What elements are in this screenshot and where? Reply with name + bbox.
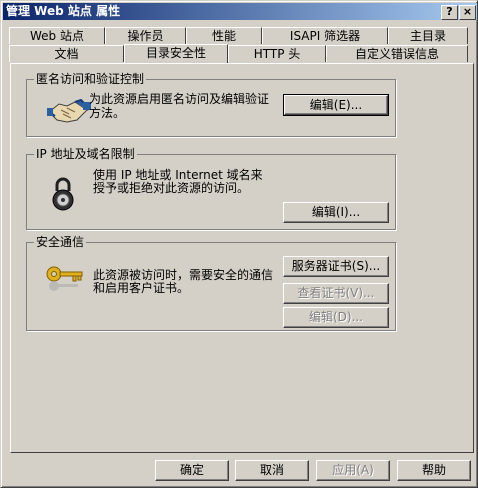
anonymous-desc-line1: 为此资源启用匿名访问及编辑验证 — [89, 92, 270, 106]
tab-performance[interactable]: 性能 — [186, 27, 262, 44]
anonymous-access-group: 匿名访问和验证控制 为此资源启用匿名访问及编辑验证 方法。 编辑(E)... — [26, 72, 396, 137]
server-certificate-button[interactable]: 服务器证书(S)... — [283, 256, 389, 277]
window-title: 管理 Web 站点 属性 — [6, 4, 121, 18]
ok-button[interactable]: 确定 — [155, 460, 229, 481]
anonymous-group-title: 匿名访问和验证控制 — [34, 72, 147, 86]
anonymous-desc-line2: 方法。 — [89, 106, 126, 120]
handshake-icon — [47, 98, 91, 123]
tab-operators[interactable]: 操作员 — [105, 27, 186, 44]
cancel-button[interactable]: 取消 — [235, 460, 309, 481]
tab-http-headers[interactable]: HTTP 头 — [228, 45, 326, 62]
apply-button: 应用(A) — [316, 460, 390, 481]
padlock-icon — [52, 177, 74, 211]
secure-desc-line2: 和启用客户证书。 — [93, 281, 190, 295]
key-icon — [46, 266, 83, 291]
help-title-button[interactable]: ? — [441, 5, 458, 20]
ip-desc-line1: 使用 IP 地址或 Internet 域名来 — [93, 168, 263, 182]
secure-edit-button: 编辑(D)... — [283, 307, 389, 328]
view-certificate-button: 查看证书(V)... — [283, 283, 389, 304]
secure-communications-group: 安全通信 此资源被访问时，需要安全的通信 和启用客户证书。 服务器证书(S)..… — [26, 235, 396, 331]
tab-isapi-filters[interactable]: ISAPI 筛选器 — [262, 27, 388, 44]
tab-custom-errors[interactable]: 自定义错误信息 — [326, 45, 468, 62]
anonymous-edit-button[interactable]: 编辑(E)... — [283, 94, 389, 116]
ip-group-title: IP 地址及域名限制 — [34, 147, 137, 161]
properties-dialog: 管理 Web 站点 属性 ? × Web 站点 操作员 性能 ISAPI 筛选器… — [0, 0, 478, 488]
secure-group-title: 安全通信 — [34, 235, 87, 249]
ip-edit-button[interactable]: 编辑(I)... — [283, 202, 389, 223]
tab-documents[interactable]: 文档 — [9, 45, 124, 62]
tab-home-directory[interactable]: 主目录 — [388, 27, 468, 44]
secure-desc-line1: 此资源被访问时，需要安全的通信 — [93, 268, 274, 282]
tab-web-site[interactable]: Web 站点 — [9, 27, 105, 44]
help-button[interactable]: 帮助 — [397, 460, 471, 481]
title-bar[interactable]: 管理 Web 站点 属性 ? × — [3, 3, 477, 20]
ip-desc-line2: 授予或拒绝对此资源的访问。 — [93, 181, 250, 195]
close-button[interactable]: × — [459, 5, 476, 20]
ip-restrictions-group: IP 地址及域名限制 使用 IP 地址或 Internet 域名来 授予或拒绝对… — [26, 147, 396, 230]
tab-directory-security[interactable]: 目录安全性 — [124, 44, 228, 63]
